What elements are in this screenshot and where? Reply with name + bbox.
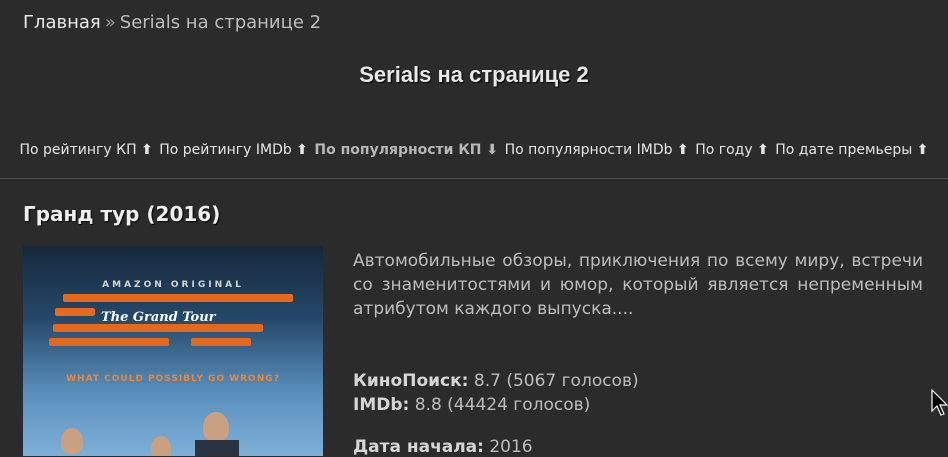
logo-stripe: [191, 338, 251, 346]
start-date-value: 2016: [489, 437, 533, 457]
poster-brand: AMAZON ORIGINAL: [102, 280, 244, 290]
poster-logo: The Grand Tour: [101, 310, 216, 325]
sort-by-kp-popularity[interactable]: По популярности КП ⬇: [314, 142, 498, 158]
show-description: Автомобильные обзоры, приключения по все…: [353, 251, 923, 319]
sort-label: По году: [695, 142, 753, 158]
sort-by-imdb-popularity[interactable]: По популярности IMDb ⬆: [505, 142, 689, 158]
divider: [0, 178, 948, 179]
presenter-figure: [61, 428, 83, 454]
arrow-up-icon: ⬆: [757, 142, 769, 158]
sort-label: По рейтингу КП: [19, 142, 137, 158]
logo-stripe: [63, 294, 293, 302]
arrow-up-icon: ⬆: [141, 142, 153, 158]
logo-stripe: [49, 338, 169, 346]
breadcrumb-home-link[interactable]: Главная: [23, 12, 101, 33]
sort-label: По популярности IMDb: [504, 142, 673, 158]
sort-by-year[interactable]: По году ⬆: [695, 142, 769, 158]
presenter-figure: [151, 436, 171, 456]
kp-rating-value: 8.7 (5067 голосов): [473, 371, 639, 391]
presenter-figure: [203, 412, 229, 442]
breadcrumb-separator: »: [104, 12, 116, 33]
breadcrumb-current: Serials на странице 2: [119, 12, 322, 33]
mouse-cursor-icon: [931, 389, 948, 416]
sort-label: По популярности КП: [314, 142, 482, 158]
imdb-rating-value: 8.8 (44424 голосов): [414, 395, 591, 415]
imdb-rating-row: IMDb: 8.8 (44424 голосов): [353, 393, 639, 417]
arrow-up-icon: ⬆: [916, 142, 929, 158]
ratings: КиноПоиск: 8.7 (5067 голосов) IMDb: 8.8 …: [353, 369, 639, 417]
show-title-link[interactable]: Гранд тур (2016): [23, 202, 220, 226]
arrow-down-icon: ⬇: [486, 142, 499, 158]
poster-image[interactable]: AMAZON ORIGINAL The Grand Tour WHAT COUL…: [23, 246, 323, 456]
start-date-label: Дата начала:: [353, 437, 484, 457]
sort-by-kp-rating[interactable]: По рейтингу КП ⬆: [20, 142, 153, 158]
logo-stripe: [55, 308, 95, 316]
presenter-figure: [195, 440, 239, 456]
sort-bar: По рейтингу КП ⬆ По рейтингу IMDb ⬆ По п…: [0, 142, 948, 164]
page-title: Serials на странице 2: [359, 62, 589, 87]
arrow-up-icon: ⬆: [296, 142, 308, 158]
poster-tagline: WHAT COULD POSSIBLY GO WRONG?: [66, 374, 280, 384]
breadcrumb: Главная» Serials на странице 2: [23, 12, 321, 33]
logo-stripe: [53, 324, 263, 332]
sort-label: По рейтингу IMDb: [159, 142, 292, 158]
arrow-up-icon: ⬆: [677, 142, 689, 158]
sort-label: По дате премьеры: [775, 142, 913, 158]
sort-by-premiere-date[interactable]: По дате премьеры ⬆: [775, 142, 928, 158]
start-date-row: Дата начала: 2016: [353, 437, 533, 457]
imdb-rating-label: IMDb:: [353, 395, 410, 415]
sort-by-imdb-rating[interactable]: По рейтингу IMDb ⬆: [159, 142, 308, 158]
kp-rating-label: КиноПоиск:: [353, 371, 469, 391]
kp-rating-row: КиноПоиск: 8.7 (5067 голосов): [353, 369, 639, 393]
